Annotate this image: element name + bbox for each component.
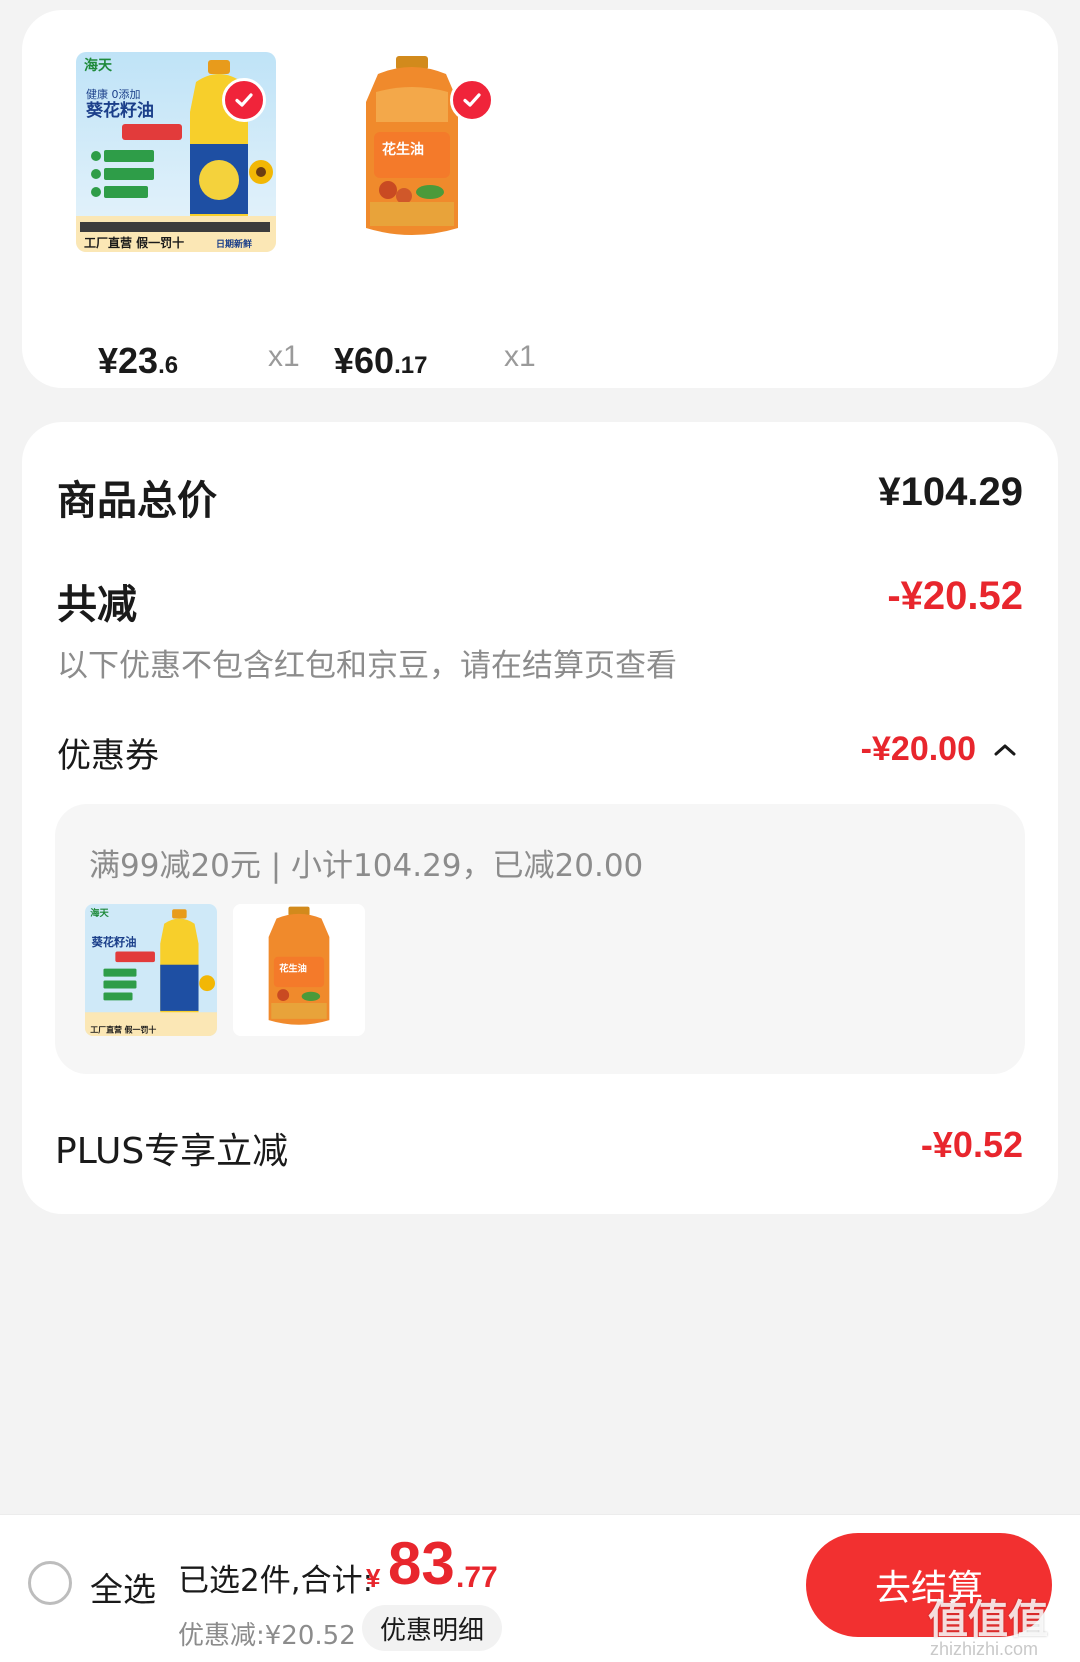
coupon-product-thumb: 海天 葵花籽油 工厂直营 假一罚十 — [85, 904, 217, 1036]
coupon-label[interactable]: 优惠券 — [57, 728, 159, 777]
total-price-label: 商品总价 — [57, 478, 217, 524]
plus-discount-value: -¥0.52 — [920, 1124, 1023, 1165]
coupon-detail-panel: 满99减20元 | 小计104.29，已减20.00 海天 葵花籽油 工厂直营 … — [55, 804, 1025, 1074]
svg-text:工厂直营 假一罚十: 工厂直营 假一罚十 — [90, 1025, 156, 1035]
total-amount-decimal: .77 — [456, 1561, 498, 1594]
chevron-up-icon[interactable] — [992, 740, 1018, 760]
total-reduce-value: -¥20.52 — [887, 574, 1023, 618]
price-summary-card: 商品总价 ¥104.29 共减 -¥20.52 以下优惠不包含红包和京豆，请在结… — [22, 422, 1058, 1214]
svg-text:葵花籽油: 葵花籽油 — [91, 935, 137, 949]
coupon-rule-text: 满99减20元 | 小计104.29，已减20.00 — [89, 848, 644, 884]
product-quantity: x1 — [504, 340, 536, 373]
svg-text:葵花籽油: 葵花籽油 — [86, 100, 154, 121]
total-price-value: ¥104.29 — [878, 470, 1023, 514]
product-quantity: x1 — [268, 340, 300, 373]
svg-text:海天: 海天 — [84, 57, 113, 74]
total-amount-integer: 83 — [388, 1530, 455, 1597]
discount-summary: 优惠减:¥20.52 — [178, 1621, 356, 1651]
product-price-int: ¥60 — [334, 340, 395, 381]
product-price-dec: .6 — [158, 352, 179, 379]
svg-text:花生油: 花生油 — [382, 141, 424, 158]
total-reduce-label: 共减 — [57, 582, 137, 628]
svg-text:花生油: 花生油 — [279, 962, 307, 974]
discount-detail-button[interactable]: 优惠明细 — [362, 1605, 503, 1651]
coupon-value[interactable]: -¥20.00 — [861, 730, 976, 769]
product-price-int: ¥23 — [98, 340, 159, 381]
reduce-note: 以下优惠不包含红包和京豆，请在结算页查看 — [57, 648, 677, 684]
selected-count-text: 已选2件,合计: — [178, 1563, 374, 1599]
product-price: ¥60.17 — [334, 340, 427, 382]
svg-text:海天: 海天 — [90, 907, 109, 919]
check-icon[interactable] — [222, 78, 266, 122]
watermark-url: zhizhizhi.com — [930, 1639, 1039, 1659]
select-all-label[interactable]: 全选 — [90, 1563, 156, 1611]
cart-products-card: 海天 健康 0添加 葵花籽油 工厂直营 假一罚十 日期新鲜 ¥23.6 x1 花… — [22, 10, 1058, 388]
total-currency-symbol: ¥ — [366, 1563, 381, 1593]
coupon-product-thumb: 花生油 — [233, 904, 365, 1036]
radio-unchecked-icon[interactable] — [28, 1561, 72, 1605]
svg-text:工厂直营 假一罚十: 工厂直营 假一罚十 — [84, 235, 184, 250]
product-price-dec: .17 — [394, 352, 428, 379]
svg-text:健康 0添加: 健康 0添加 — [86, 87, 141, 101]
svg-text:日期新鲜: 日期新鲜 — [216, 238, 252, 250]
checkout-bar: 全选 已选2件,合计: ¥ 83 .77 优惠减:¥20.52 优惠明细 去结算… — [0, 1514, 1080, 1662]
plus-discount-label: PLUS专享立减 — [55, 1131, 289, 1172]
watermark-logo: 值值值 — [928, 1598, 1048, 1642]
check-icon[interactable] — [450, 78, 494, 122]
product-price: ¥23.6 — [98, 340, 178, 382]
